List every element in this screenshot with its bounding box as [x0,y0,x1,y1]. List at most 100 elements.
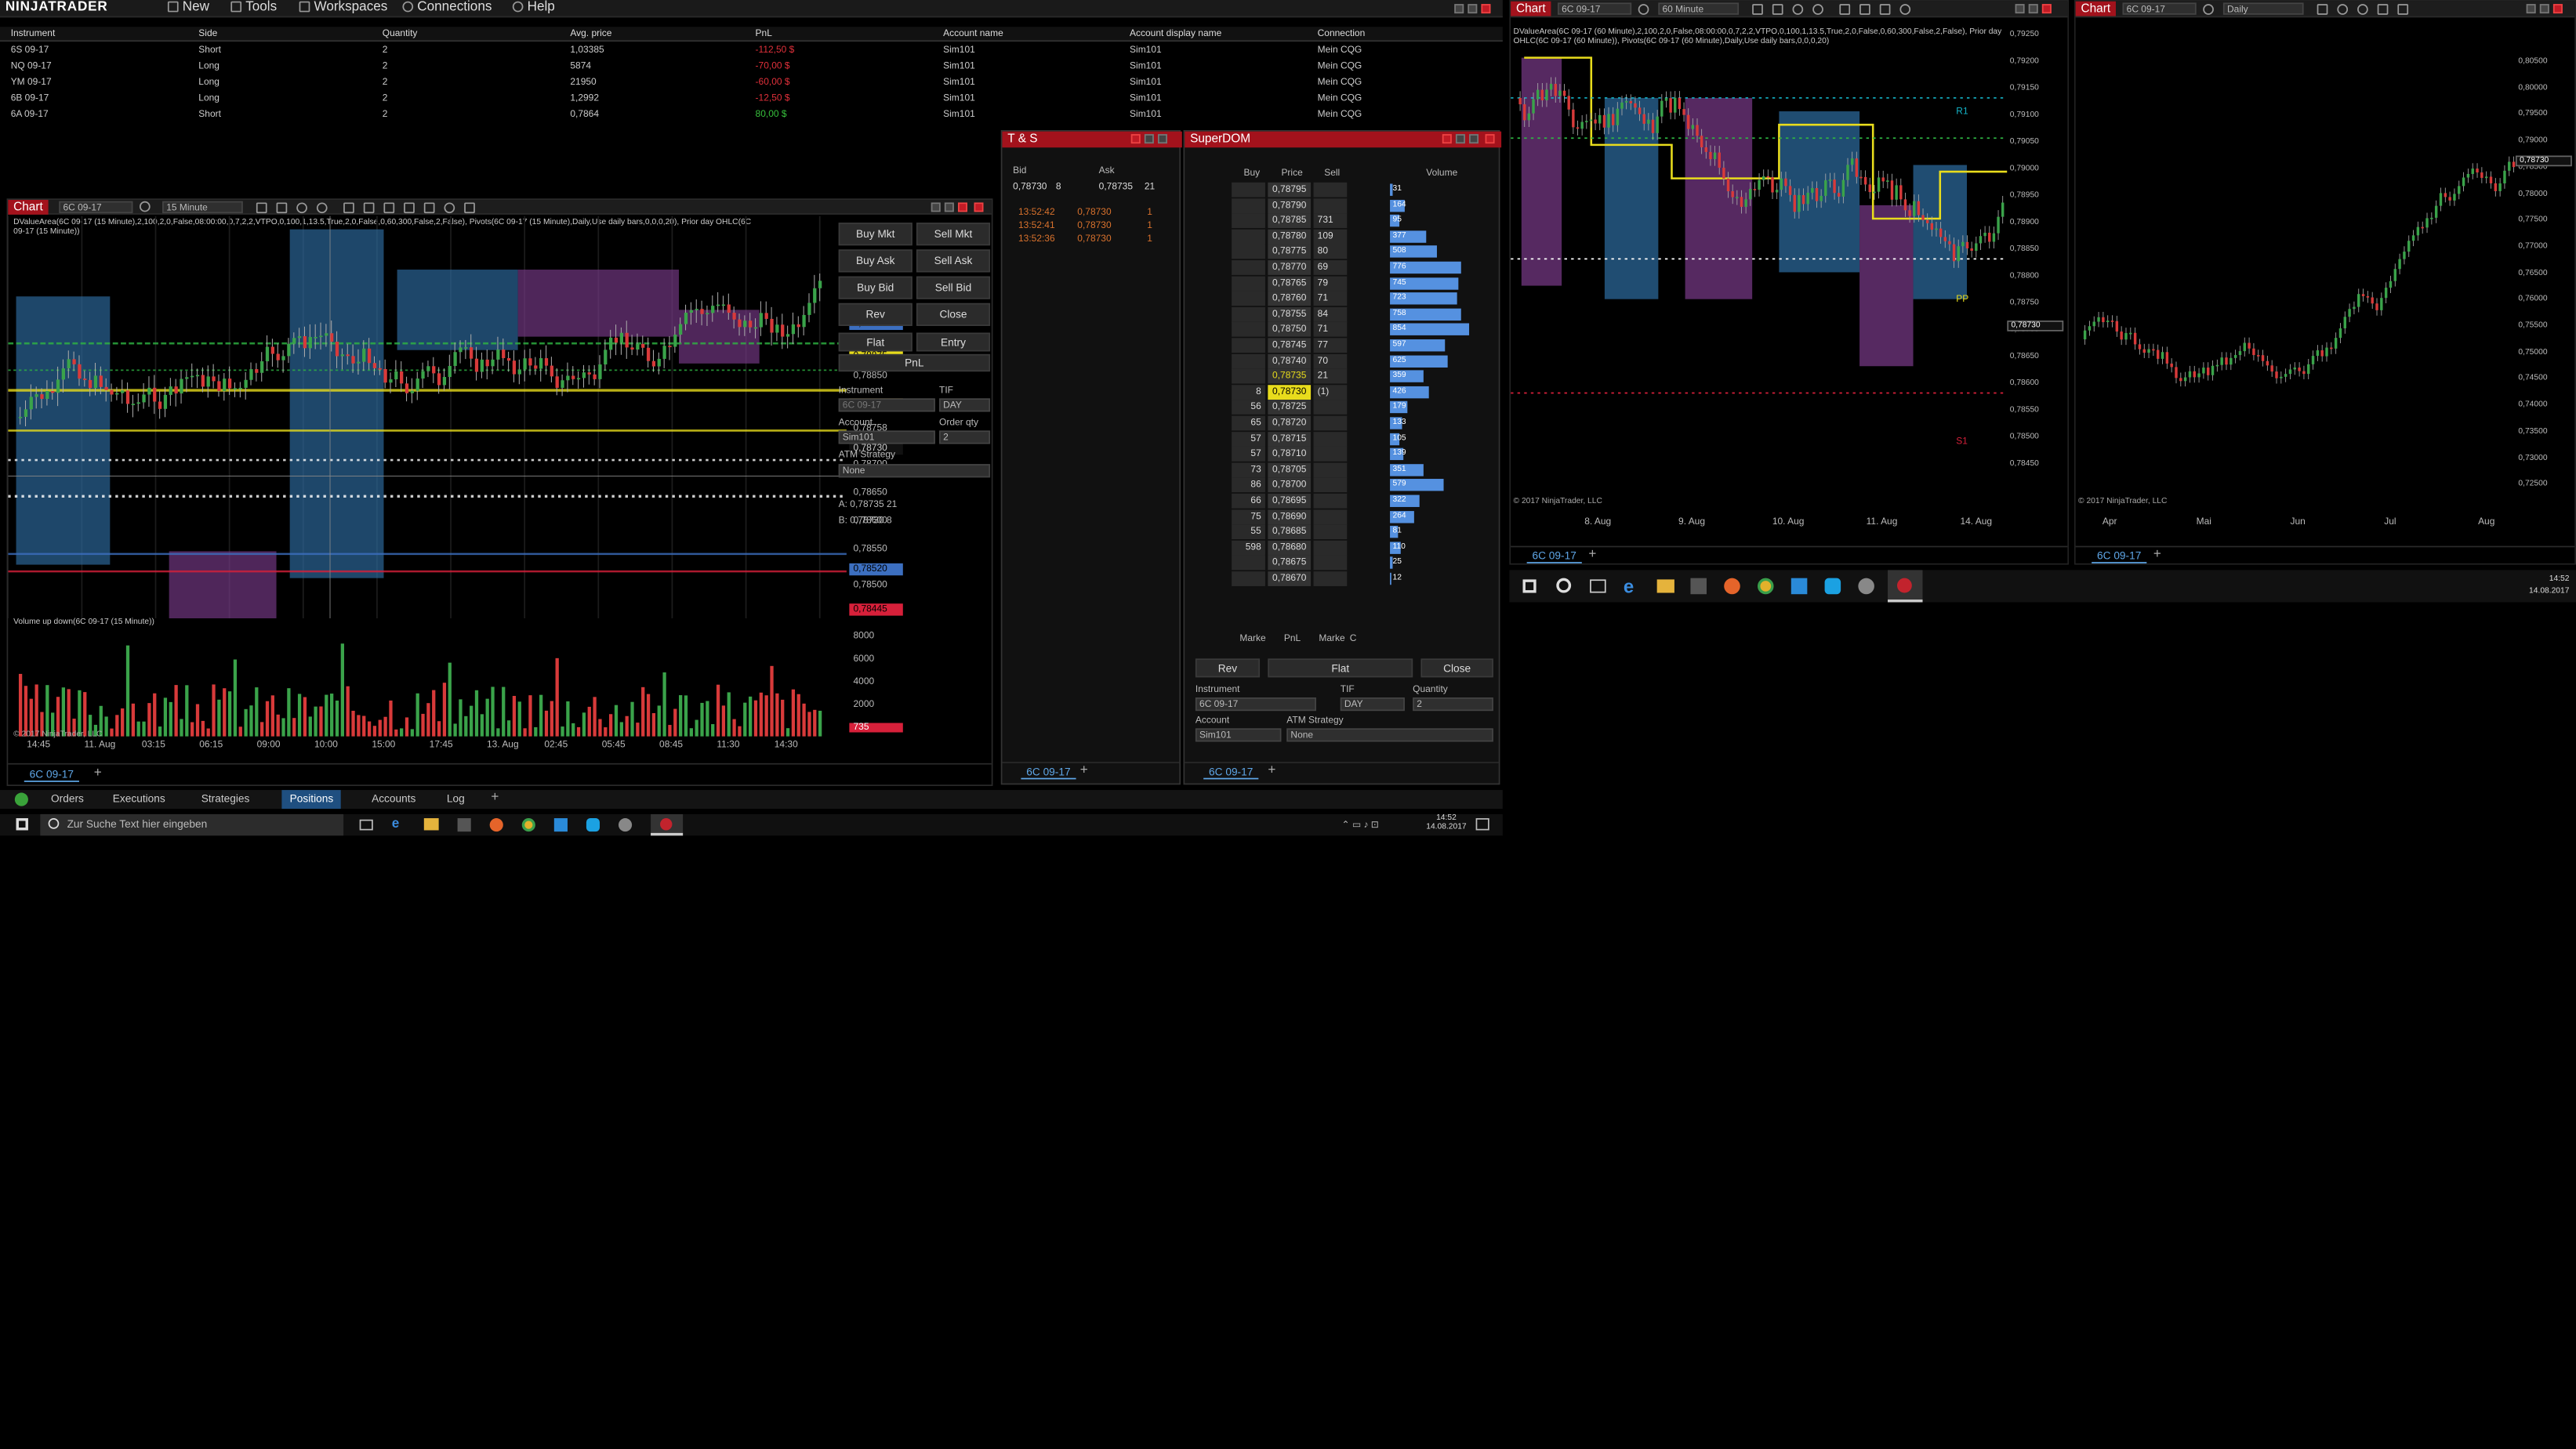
dom-sell-cell[interactable] [1313,182,1348,197]
data-box-icon[interactable] [363,202,375,214]
dom-row[interactable]: 86 0,78700 579 [1232,477,1497,493]
dom-sell-cell[interactable] [1313,556,1348,571]
chart2-indicators-icon[interactable] [1859,4,1870,15]
chart3-price-axis[interactable]: 0,80500 0,80000 0,79500 0,79000 0,78500 0,780… [2515,17,2574,513]
chart1-tab[interactable]: 6C 09-17 [24,767,79,782]
dom-market-sell[interactable]: Marke [1319,635,1344,644]
dom-buy-cell[interactable] [1232,338,1265,353]
dom-price-cell[interactable]: 0,78695 [1268,493,1312,509]
dom-price-cell[interactable]: 0,78740 [1268,353,1312,368]
dom-sell-cell[interactable]: 71 [1313,322,1348,338]
chart2-price-axis[interactable]: 0,79250 0,79200 0,79150 0,79100 0,79050 0,790… [2007,17,2067,513]
add-tab-icon[interactable]: + [491,790,499,805]
dom-buy-cell[interactable] [1232,291,1265,306]
chart3-indicators-icon[interactable] [2397,4,2409,15]
dom-row[interactable]: 0,78745 77 597 [1232,338,1497,353]
dom-buy-cell[interactable]: 57 [1232,431,1265,447]
list-icon[interactable] [464,202,475,214]
dom-price-cell[interactable]: 0,78735 [1268,369,1312,384]
position-row[interactable]: YM 09-17 Long 2 21950 -60,00 $ Sim101 Sim101 Me… [0,75,1503,92]
dom-sell-cell[interactable]: 21 [1313,369,1348,384]
properties-icon[interactable] [444,202,455,214]
chart3-zoom-in-icon[interactable] [2337,4,2349,15]
chart3-maximize[interactable] [2539,4,2549,14]
tab-positions[interactable]: Positions [281,790,342,810]
dom-buy-cell[interactable] [1232,182,1265,197]
tray-icons[interactable]: ⌃ ▭ ♪ ⊡ [1341,820,1422,830]
dom-row[interactable]: 0,78750 71 854 [1232,322,1497,338]
dom-row[interactable]: 0,78755 84 758 [1232,306,1497,322]
ninjatrader-taskbar-icon[interactable] [651,813,684,836]
dom-sell-cell[interactable]: 109 [1313,229,1348,245]
column-header[interactable]: Avg. price [570,27,611,42]
chart2-minimize[interactable] [2015,4,2025,14]
dom-price-cell[interactable]: 0,78785 [1268,213,1312,229]
app-icon-right[interactable] [1791,578,1808,595]
position-row[interactable]: 6A 09-17 Short 2 0,7864 80,00 $ Sim101 Sim101 M… [0,107,1503,124]
skype-icon[interactable] [586,818,600,832]
store-icon-right[interactable] [1690,578,1707,595]
dom-buy-cell[interactable] [1232,556,1265,571]
dom-price-cell[interactable]: 0,78675 [1268,556,1312,571]
dom-buy-cell[interactable]: 56 [1232,400,1265,415]
chart1-instrument-select[interactable]: 6C 09-17 [59,201,133,214]
dom-row[interactable]: 8 0,78730 (1) 426 [1232,384,1497,400]
chart1-price-panel[interactable] [8,216,847,619]
dom-row[interactable]: 55 0,78685 81 [1232,524,1497,540]
dom-close-2[interactable] [1485,134,1495,144]
chart2-price-panel[interactable]: R1 PP S1 [1511,17,2008,513]
dom-row[interactable]: 73 0,78705 351 [1232,462,1497,477]
sell-bid-button[interactable]: Sell Bid [916,276,991,299]
chart2-add-tab-icon[interactable]: + [1588,547,1596,562]
chart1-time-axis[interactable]: 14:45 11. Aug 03:15 06:15 09:00 10:00 15:00 17:… [8,739,847,755]
chart3-add-tab-icon[interactable]: + [2153,547,2161,562]
dom-buy-cell[interactable] [1232,197,1265,213]
dom-price-cell[interactable]: 0,78770 [1268,260,1312,275]
sell-market-button[interactable]: Sell Mkt [916,223,991,246]
chart2-instrument-select[interactable]: 6C 09-17 [1558,2,1632,15]
chart1-interval-select[interactable]: 15 Minute [162,201,243,214]
strategies-icon[interactable] [404,202,415,214]
bar-type-icon[interactable] [256,202,267,214]
ninjatrader-taskbar-icon-right[interactable] [1888,570,1923,603]
tab-executions[interactable]: Executions [104,790,173,809]
dom-sell-cell[interactable] [1313,540,1348,556]
dom-price-cell[interactable]: 0,78725 [1268,400,1312,415]
chart2-time-axis[interactable]: 8. Aug 9. Aug 10. Aug 11. Aug 14. Aug [1511,516,2007,533]
chart3-interval-select[interactable]: Daily [2222,2,2304,15]
dom-row[interactable]: 66 0,78695 322 [1232,493,1497,509]
chart2-zoom-out-icon[interactable] [1812,4,1823,15]
edge-icon[interactable]: e [392,817,405,831]
dom-qty-input[interactable]: 2 [1413,697,1493,712]
dom-row[interactable]: 0,78670 12 [1232,571,1497,586]
tab-accounts[interactable]: Accounts [364,790,424,809]
dom-sell-cell[interactable]: 69 [1313,260,1348,275]
chrome-icon[interactable] [521,818,535,832]
dom-tif-select[interactable]: DAY [1340,697,1405,712]
dom-ladder[interactable]: 0,78795 31 0,78790 164 0,78785 731 95 0,78780 10… [1232,182,1497,586]
firefox-icon-right[interactable] [1724,578,1740,595]
edge-icon-right[interactable]: e [1624,575,1634,596]
dom-buy-cell[interactable]: 8 [1232,384,1265,400]
windows-start-icon-right[interactable] [1522,579,1537,593]
dom-sell-cell[interactable]: 84 [1313,306,1348,322]
ts-add-tab-icon[interactable]: + [1080,763,1088,778]
notifications-icon[interactable] [1475,818,1489,831]
chart1-close-2[interactable] [974,202,984,212]
dom-price-cell[interactable]: 0,78745 [1268,338,1312,353]
dom-row[interactable]: 0,78675 25 [1232,556,1497,571]
dom-sell-cell[interactable] [1313,571,1348,586]
close-button[interactable] [1481,4,1491,14]
dom-sell-cell[interactable]: (1) [1313,384,1348,400]
reverse-button[interactable]: Rev [838,302,912,326]
chart2-bar-type-icon[interactable] [1752,4,1763,15]
dom-buy-cell[interactable] [1232,213,1265,229]
search-icon[interactable] [139,201,151,212]
dom-maximize[interactable] [1469,134,1479,144]
taskbar-search-box[interactable]: Zur Suche Text hier eingeben [40,813,344,836]
firefox-icon[interactable] [489,818,503,832]
templates-icon[interactable] [423,202,435,214]
windows-start-icon[interactable] [16,818,28,831]
dom-account-select[interactable]: Sim101 [1195,728,1282,742]
chart2-close[interactable] [2041,4,2052,14]
